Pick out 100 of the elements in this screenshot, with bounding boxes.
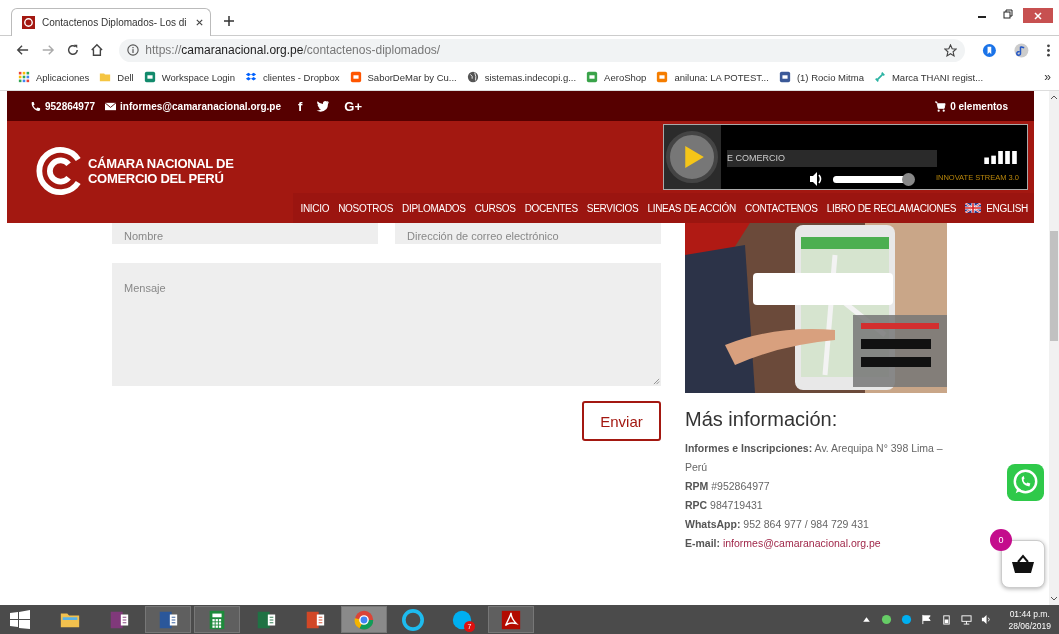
new-tab-icon[interactable] [223,15,235,27]
bookmark-site-icon [778,71,791,83]
clock-date: 28/06/2019 [1008,619,1051,632]
cart-badge: 0 [990,529,1012,551]
acrobat-icon [500,608,522,631]
nav-link[interactable]: INICIO [300,202,330,214]
folder-icon [99,71,112,83]
bookmark-label: Marca THANI regist... [891,71,984,83]
close-icon[interactable] [195,18,204,27]
bookmark-item[interactable]: aniluna: LA POTEST... [656,71,769,83]
facebook-link[interactable]: f [298,98,303,114]
bookmark-star-icon[interactable] [944,43,958,57]
email-link[interactable]: informes@camaranacional.org.pe [722,537,881,549]
contact-line: E-mail: informes@camaranacional.org.pe [685,536,882,551]
nav-link[interactable]: CURSOS [474,202,516,214]
nav-link[interactable]: LINEAS DE ACCIÓN [647,202,736,214]
play-icon [683,145,706,169]
back-icon[interactable] [16,43,30,57]
scrollbar-thumb[interactable] [1050,231,1058,341]
bookmark-item[interactable]: Dell [99,71,134,83]
field-placeholder: Dirección de correo electrónico [407,230,559,242]
address-field[interactable]: https://camaranacional.org.pe/contactenos-diplomados/ [119,38,966,62]
info-icon [127,44,140,56]
window-close-button[interactable] [1023,8,1053,23]
nav-link[interactable]: CONTACTENOS [745,202,818,214]
field-placeholder: Nombre [124,230,164,242]
volume-slider[interactable] [832,175,913,183]
basket-icon [1011,554,1035,574]
mail-icon [105,100,117,112]
globe-icon [466,71,479,83]
bookmarks-overflow[interactable]: » [1044,70,1051,84]
bookmark-label: clientes - Dropbox [262,71,340,83]
email-link[interactable]: informes@camaranacional.org.pe [120,100,281,112]
clock-time: 01:44 p.m. [1009,607,1050,620]
browser-tab[interactable]: Contactenos Diplomados- Los di [11,8,211,36]
bookmark-label: Dell [117,71,134,83]
taskbar-app[interactable] [194,606,240,633]
profile-avatar-icon[interactable] [1014,42,1030,58]
scroll-up-icon[interactable] [1050,94,1058,100]
home-icon[interactable] [90,43,105,57]
bookmark-site-icon [244,71,257,83]
nav-link[interactable]: NOSOTROS [338,202,393,214]
section-heading: Más información: [685,408,839,431]
cart-button[interactable] [1001,540,1045,588]
flag-icon[interactable] [921,614,933,625]
tab-title: Contactenos Diplomados- Los di [42,17,188,28]
bookmark-item[interactable]: Aplicaciones [18,71,90,83]
resize-grip-icon[interactable] [653,378,660,385]
nav-link[interactable]: DIPLOMADOS [402,202,466,214]
nav-link[interactable]: LIBRO DE RECLAMACIONES [826,202,957,214]
bookmark-item[interactable]: (1) Rocio Mitma [778,71,864,83]
bookmark-item[interactable]: Marca THANI regist... [873,71,984,83]
chrome-icon [353,608,375,631]
tray-app-icon[interactable] [881,614,893,625]
clock[interactable]: 01:44 p.m. 28/06/2019 [1008,607,1051,632]
reload-icon[interactable] [65,43,80,57]
cart-count[interactable]: 0 elementos [950,100,1008,112]
contact-line: Informes e Inscripciones: Av. Arequipa N° 398 Lima – Perú [685,441,944,475]
contact-line: RPC 984719431 [685,498,764,513]
bookmark-site-icon [349,71,362,83]
bookmark-label: aniluna: LA POTEST... [674,71,769,83]
start-icon[interactable] [10,609,30,630]
speaker-icon[interactable] [981,614,993,625]
send-button[interactable]: Enviar [582,401,661,441]
bookmark-label: sistemas.indecopi.g... [484,71,577,83]
bookmark-item[interactable]: SaborDeMar by Cu... [349,71,457,83]
nav-link[interactable]: SERVICIOS [586,202,639,214]
logo-text: CÁMARA NACIONAL DE [88,156,234,171]
close-icon [1033,10,1043,21]
play-button[interactable] [666,131,719,183]
taskbar-app[interactable] [145,606,191,633]
bookmark-item[interactable]: Workspace Login [143,71,235,83]
twitter-icon[interactable] [316,100,331,112]
tray-expand-icon[interactable] [861,614,873,625]
bookmark-site-icon [656,71,669,83]
cart-icon[interactable] [935,100,947,112]
more-menu-icon[interactable] [1046,42,1051,58]
bookmark-item[interactable]: sistemas.indecopi.g... [466,71,577,83]
restore-icon[interactable] [1002,8,1014,20]
nav-link[interactable]: DOCENTES [524,202,578,214]
network-icon[interactable] [961,614,973,625]
taskbar-app[interactable] [488,606,534,633]
scroll-down-icon[interactable] [1050,596,1058,602]
power-icon[interactable] [941,614,953,625]
bookmark-label: AeroShop [604,71,647,83]
google-plus-link[interactable]: G+ [344,98,363,114]
bookmark-site-icon [873,71,886,83]
signal-bars-icon [983,151,1019,164]
bookmark-label: SaborDeMar by Cu... [367,71,457,83]
field-placeholder: Mensaje [124,282,166,294]
bookmark-item[interactable]: clientes - Dropbox [244,71,340,83]
nav-link[interactable]: ENGLISH [965,202,1028,214]
site-logo-icon [22,16,35,29]
bookmark-site-icon [143,71,156,83]
bookmark-site-icon [586,71,599,83]
bookmark-item[interactable]: AeroShop [586,71,647,83]
apps-grid-icon [18,71,30,83]
extension-icon[interactable] [982,42,998,58]
bookmark-label: Workspace Login [161,71,235,83]
phone-icon [30,100,41,112]
